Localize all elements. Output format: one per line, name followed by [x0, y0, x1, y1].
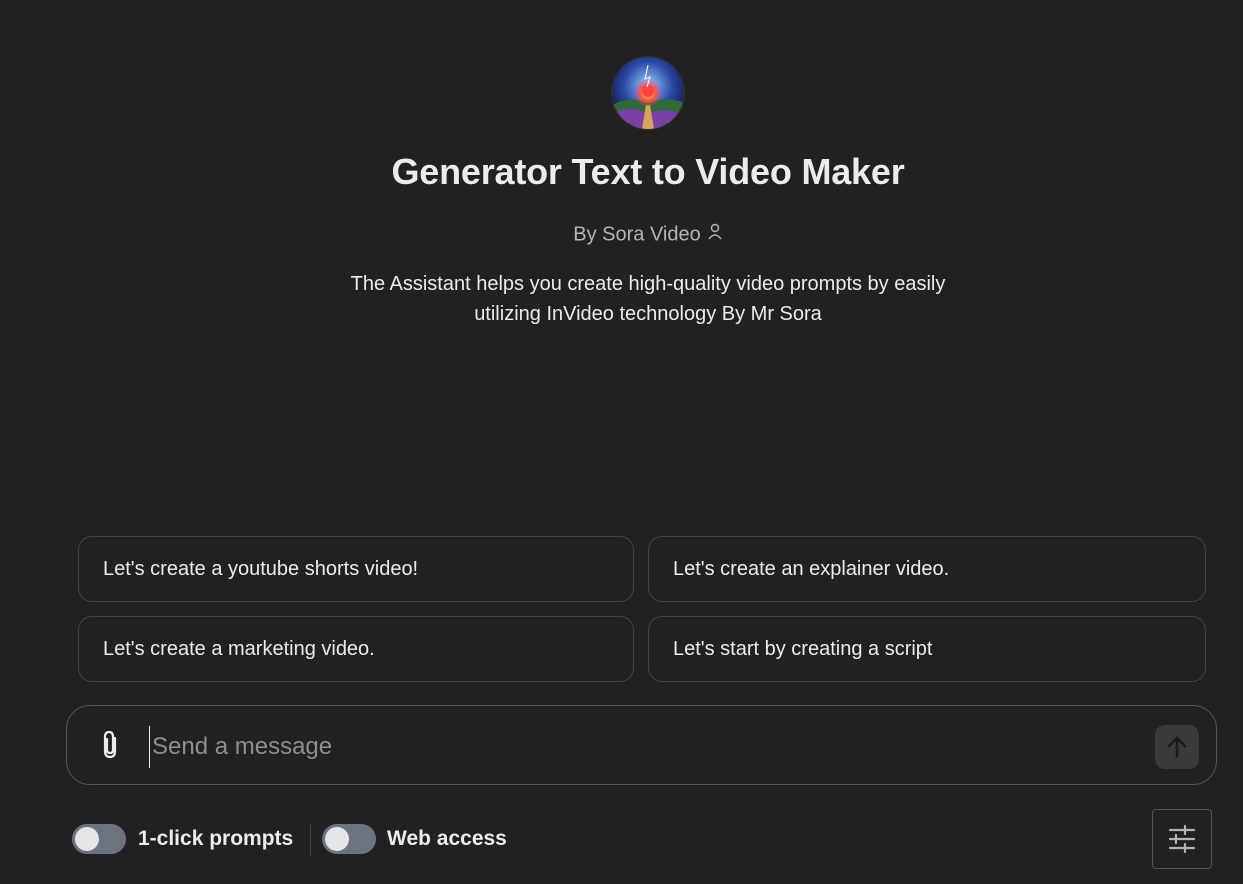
send-button[interactable]: [1155, 725, 1199, 769]
one-click-prompts-label: 1-click prompts: [138, 827, 294, 850]
suggestion-label: Let's create an explainer video.: [673, 557, 950, 580]
message-input[interactable]: [149, 726, 1144, 768]
suggestion-chip[interactable]: Let's start by creating a script: [648, 616, 1206, 682]
toggle-knob: [75, 827, 99, 851]
author-byline[interactable]: By Sora Video: [0, 223, 1243, 247]
one-click-prompts-toggle[interactable]: [72, 824, 126, 854]
person-icon: [707, 223, 723, 247]
suggestion-label: Let's create a marketing video.: [103, 637, 375, 660]
sliders-icon: [1168, 824, 1196, 854]
suggestion-chip[interactable]: Let's create a marketing video.: [78, 616, 634, 682]
paperclip-icon[interactable]: [93, 726, 129, 764]
author-name[interactable]: By Sora Video: [573, 223, 701, 245]
toggle-knob: [325, 827, 349, 851]
web-access-toggle[interactable]: [322, 824, 376, 854]
gpt-avatar: [612, 57, 684, 129]
gpt-title: Generator Text to Video Maker: [391, 151, 905, 192]
suggestion-label: Let's create a youtube shorts video!: [103, 557, 419, 580]
settings-button[interactable]: [1152, 809, 1212, 869]
suggestion-label: Let's start by creating a script: [673, 637, 933, 660]
arrow-up-icon: [1167, 736, 1187, 758]
suggestion-chip[interactable]: Let's create a youtube shorts video!: [78, 536, 634, 602]
gpt-description: The Assistant helps you create high-qual…: [350, 273, 946, 325]
web-access-label: Web access: [387, 827, 507, 850]
suggestion-chip[interactable]: Let's create an explainer video.: [648, 536, 1206, 602]
divider: [310, 824, 311, 856]
message-composer: [66, 705, 1217, 785]
